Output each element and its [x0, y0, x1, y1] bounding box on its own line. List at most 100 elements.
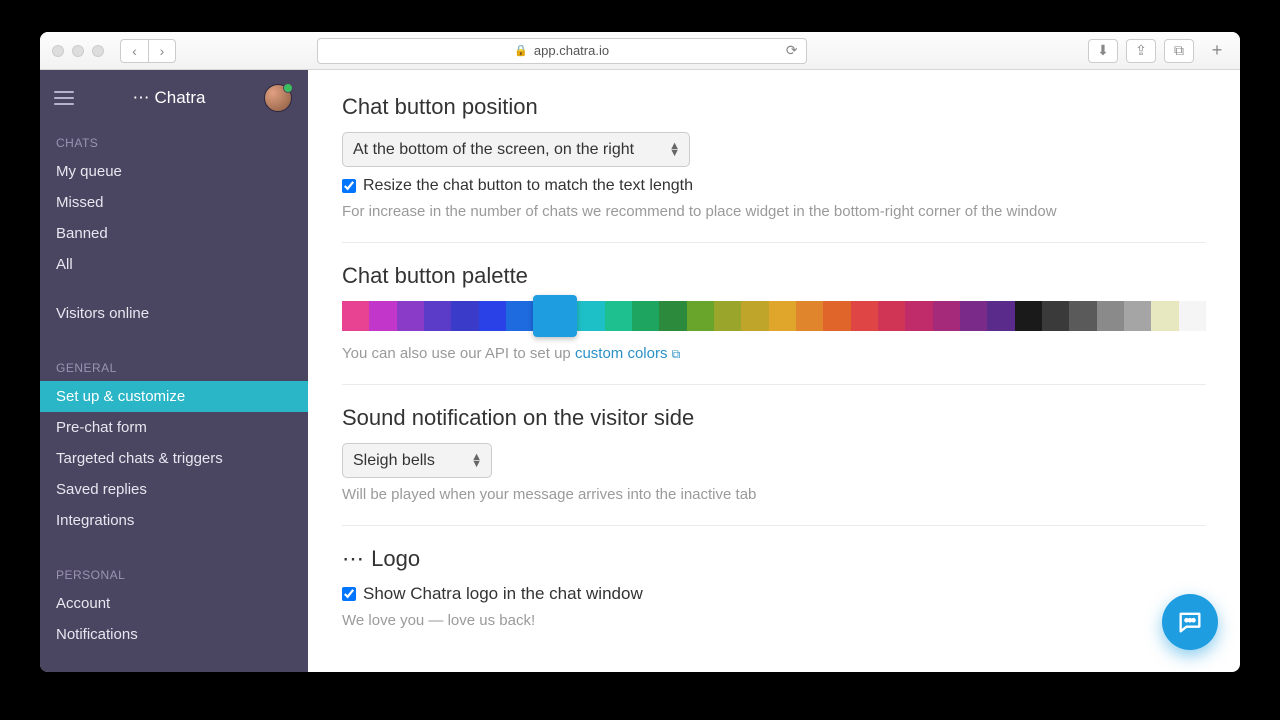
sidebar-item-integrations[interactable]: Integrations	[40, 505, 308, 536]
color-swatch[interactable]	[479, 301, 506, 331]
color-swatch[interactable]	[397, 301, 424, 331]
color-swatch[interactable]	[632, 301, 659, 331]
sidebar-item-set-up-customize[interactable]: Set up & customize	[40, 381, 308, 412]
color-swatch[interactable]	[714, 301, 741, 331]
position-select-wrap: At the bottom of the screen, on the righ…	[342, 132, 690, 167]
sidebar-general-header: GENERAL	[40, 347, 308, 381]
color-swatch[interactable]	[1151, 301, 1178, 331]
color-swatch[interactable]	[369, 301, 396, 331]
brand-dots-icon: ⋯	[132, 88, 150, 108]
tabs-button[interactable]: ⧉	[1164, 39, 1194, 63]
color-swatch[interactable]	[960, 301, 987, 331]
divider	[342, 525, 1206, 526]
resize-checkbox[interactable]	[342, 179, 356, 193]
show-logo-checkbox-row[interactable]: Show Chatra logo in the chat window	[342, 584, 1206, 604]
sidebar-item-saved-replies[interactable]: Saved replies	[40, 474, 308, 505]
sidebar-item-missed[interactable]: Missed	[40, 187, 308, 218]
maximize-window-button[interactable]	[92, 45, 104, 57]
chat-icon	[1176, 608, 1204, 636]
color-swatch[interactable]	[823, 301, 850, 331]
minimize-window-button[interactable]	[72, 45, 84, 57]
sidebar-item-account[interactable]: Account	[40, 588, 308, 619]
reload-icon[interactable]: ⟳	[786, 42, 798, 59]
sidebar-personal-header: PERSONAL	[40, 554, 308, 588]
close-window-button[interactable]	[52, 45, 64, 57]
resize-checkbox-row[interactable]: Resize the chat button to match the text…	[342, 177, 1206, 195]
sound-select-wrap: Sleigh bells ▲▼	[342, 443, 492, 478]
main-content: Chat button position At the bottom of th…	[308, 70, 1240, 672]
color-swatch[interactable]	[342, 301, 369, 331]
menu-icon[interactable]	[54, 91, 74, 105]
forward-button[interactable]: ›	[148, 39, 176, 63]
logo-dots-icon: ⋯	[342, 546, 365, 571]
sidebar-item-visitors-online[interactable]: Visitors online	[40, 298, 308, 329]
color-swatch[interactable]	[769, 301, 796, 331]
color-swatch[interactable]	[577, 301, 604, 331]
resize-checkbox-label: Resize the chat button to match the text…	[363, 177, 693, 195]
brand: ⋯Chatra	[132, 88, 205, 108]
color-swatch[interactable]	[851, 301, 878, 331]
color-swatch[interactable]	[687, 301, 714, 331]
download-button[interactable]: ⬇	[1088, 39, 1118, 63]
toolbar-buttons: ⬇ ⇪ ⧉ +	[1088, 39, 1228, 63]
section-sound-title: Sound notification on the visitor side	[342, 405, 1206, 431]
sidebar-top: ⋯Chatra	[40, 70, 308, 122]
color-swatch[interactable]	[451, 301, 478, 331]
show-logo-label: Show Chatra logo in the chat window	[363, 584, 643, 604]
color-swatch[interactable]	[1097, 301, 1124, 331]
lock-icon: 🔒	[514, 44, 528, 57]
section-logo-title: ⋯ Logo	[342, 546, 1206, 572]
color-swatch[interactable]	[1124, 301, 1151, 331]
custom-colors-link[interactable]: custom colors ⧉	[575, 345, 680, 362]
url-text: app.chatra.io	[534, 43, 609, 58]
divider	[342, 384, 1206, 385]
color-palette	[342, 301, 1206, 331]
color-swatch[interactable]	[1015, 301, 1042, 331]
color-swatch[interactable]	[987, 301, 1014, 331]
sound-select[interactable]: Sleigh bells	[342, 443, 492, 478]
nav-buttons: ‹ ›	[120, 39, 176, 63]
share-button[interactable]: ⇪	[1126, 39, 1156, 63]
color-swatch[interactable]	[533, 295, 577, 337]
back-button[interactable]: ‹	[120, 39, 148, 63]
color-swatch[interactable]	[741, 301, 768, 331]
color-swatch[interactable]	[796, 301, 823, 331]
color-swatch[interactable]	[506, 301, 533, 331]
brand-name: Chatra	[154, 88, 205, 108]
palette-api-prefix: You can also use our API to set up	[342, 345, 575, 362]
sidebar-item-banned[interactable]: Banned	[40, 218, 308, 249]
position-hint: For increase in the number of chats we r…	[342, 203, 1206, 220]
color-swatch[interactable]	[878, 301, 905, 331]
sidebar: ⋯Chatra CHATS My queueMissedBannedAll Vi…	[40, 70, 308, 672]
palette-api-hint: You can also use our API to set up custo…	[342, 345, 1206, 362]
logo-hint: We love you — love us back!	[342, 612, 1206, 629]
show-logo-checkbox[interactable]	[342, 587, 356, 601]
sidebar-chats-header: CHATS	[40, 122, 308, 156]
section-palette-title: Chat button palette	[342, 263, 1206, 289]
color-swatch[interactable]	[424, 301, 451, 331]
avatar[interactable]	[264, 84, 292, 112]
sound-hint: Will be played when your message arrives…	[342, 486, 1206, 503]
new-tab-button[interactable]: +	[1206, 40, 1228, 62]
color-swatch[interactable]	[1069, 301, 1096, 331]
color-swatch[interactable]	[1042, 301, 1069, 331]
address-bar[interactable]: 🔒 app.chatra.io ⟳	[317, 38, 807, 64]
color-swatch[interactable]	[1179, 301, 1206, 331]
color-swatch[interactable]	[605, 301, 632, 331]
color-swatch[interactable]	[905, 301, 932, 331]
sidebar-item-pre-chat-form[interactable]: Pre-chat form	[40, 412, 308, 443]
app-body: ⋯Chatra CHATS My queueMissedBannedAll Vi…	[40, 70, 1240, 672]
chat-widget-button[interactable]	[1162, 594, 1218, 650]
divider	[342, 242, 1206, 243]
section-position-title: Chat button position	[342, 94, 1206, 120]
color-swatch[interactable]	[933, 301, 960, 331]
sidebar-item-my-queue[interactable]: My queue	[40, 156, 308, 187]
sidebar-item-targeted-chats-triggers[interactable]: Targeted chats & triggers	[40, 443, 308, 474]
sidebar-item-all[interactable]: All	[40, 249, 308, 280]
browser-titlebar: ‹ › 🔒 app.chatra.io ⟳ ⬇ ⇪ ⧉ +	[40, 32, 1240, 70]
color-swatch[interactable]	[659, 301, 686, 331]
sidebar-item-notifications[interactable]: Notifications	[40, 619, 308, 650]
window-controls	[52, 45, 104, 57]
position-select[interactable]: At the bottom of the screen, on the righ…	[342, 132, 690, 167]
external-link-icon: ⧉	[672, 347, 681, 361]
